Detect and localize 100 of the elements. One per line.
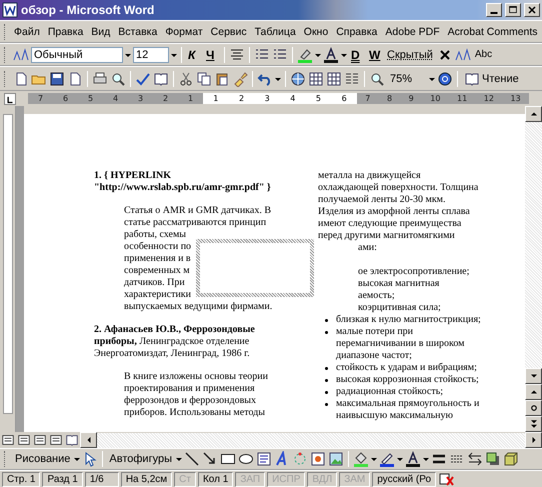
- menu-item[interactable]: Правка: [44, 24, 86, 40]
- rectangle-icon[interactable]: [220, 451, 236, 467]
- maximize-button[interactable]: [505, 3, 521, 17]
- bullet-icon: [325, 367, 328, 370]
- reference-entry: 2. Афанасьев Ю.В., Феррозондовые приборы, Ленинградское отделение Энергоатомиздат, Ленинград, 1986 г.: [94, 324, 256, 360]
- reference-heading: 1. { HYPERLINK "http://www.rslab.spb.ru/amr-gmr.pdf" }: [94, 170, 272, 194]
- ruler-number: 10: [430, 93, 440, 104]
- reading-button[interactable]: Чтение: [462, 70, 521, 88]
- paste-icon[interactable]: [214, 70, 230, 86]
- highlight-icon[interactable]: [297, 46, 313, 62]
- reading-view-icon[interactable]: [65, 433, 79, 447]
- ruler-number: 2: [162, 93, 168, 104]
- cut-icon[interactable]: [178, 70, 194, 86]
- format-painter-icon[interactable]: [232, 70, 248, 86]
- fill-color-icon[interactable]: [353, 451, 369, 467]
- list-item: высокая коррозионная стойкость;: [335, 374, 479, 386]
- close-button[interactable]: [524, 3, 540, 17]
- vertical-scrollbar[interactable]: [525, 106, 542, 432]
- 3d-icon[interactable]: [503, 451, 519, 467]
- hidden-button[interactable]: Скрытый: [385, 46, 435, 64]
- status-field: Разд 1: [42, 472, 83, 486]
- ruler-number: 5: [316, 93, 321, 104]
- scroll-right-button[interactable]: [525, 432, 542, 448]
- print-preview-icon[interactable]: [110, 70, 126, 86]
- scroll-up-button[interactable]: [525, 106, 542, 122]
- help-icon[interactable]: [437, 70, 453, 86]
- menu-item[interactable]: Формат: [162, 24, 206, 40]
- ruler-number: 1: [213, 93, 218, 104]
- arrow-style-icon[interactable]: [467, 451, 483, 467]
- ruler-number: 7: [38, 93, 44, 104]
- status-field: На 5,2см: [120, 472, 172, 486]
- scroll-left-button[interactable]: [80, 432, 97, 448]
- minimize-button[interactable]: [486, 3, 502, 17]
- ruler-number: 7: [365, 93, 370, 104]
- line-icon[interactable]: [184, 451, 200, 467]
- window-title: обзор - Microsoft Word: [21, 3, 156, 17]
- font-color-icon[interactable]: [323, 46, 339, 62]
- picture-icon[interactable]: [328, 451, 344, 467]
- menu-item[interactable]: Acrobat Comments: [444, 24, 541, 40]
- ruler-number: 6: [62, 93, 68, 104]
- word-underline-button[interactable]: W: [367, 46, 383, 64]
- bullet-icon: [325, 319, 328, 322]
- menu-item[interactable]: Таблица: [252, 24, 299, 40]
- arrow-icon[interactable]: [202, 451, 218, 467]
- copy-icon[interactable]: [196, 70, 212, 86]
- menu-item[interactable]: Справка: [333, 24, 380, 40]
- align-center-icon[interactable]: [229, 46, 245, 62]
- line-color-icon[interactable]: [379, 451, 395, 467]
- maximize-icon: [507, 4, 519, 16]
- underline-button[interactable]: Ч: [204, 46, 220, 64]
- ruler-number: 4: [290, 93, 296, 104]
- print-layout-icon[interactable]: [33, 433, 47, 447]
- double-underline-button[interactable]: D: [349, 46, 365, 64]
- spelling-icon[interactable]: [135, 70, 151, 86]
- next-page-button[interactable]: [525, 416, 542, 432]
- ruler-number: 2: [238, 93, 244, 104]
- text-box-icon[interactable]: [256, 451, 272, 467]
- shadow-icon[interactable]: [485, 451, 501, 467]
- ruler-number: 3: [138, 93, 144, 104]
- ruler-number: 6: [342, 93, 347, 104]
- outline-view-icon[interactable]: [49, 433, 63, 447]
- status-field: Стр. 1: [2, 472, 40, 486]
- font-size-dropdown[interactable]: 12: [133, 46, 169, 62]
- horizontal-scrollbar[interactable]: [97, 432, 525, 448]
- print-icon[interactable]: [92, 70, 108, 86]
- web-view-icon[interactable]: [17, 433, 31, 447]
- text-fragment: ое электросопротивление; высокая магнитная аемость; коэрцитивная сила;: [357, 266, 470, 314]
- document-icon: [2, 2, 18, 18]
- tables-borders-icon[interactable]: [308, 70, 324, 86]
- browse-object-button[interactable]: [525, 400, 542, 416]
- menu-item[interactable]: Файл: [11, 24, 43, 40]
- zoom-dropdown[interactable]: 75%: [387, 70, 427, 86]
- previous-page-button[interactable]: [525, 384, 542, 400]
- book-icon: [464, 70, 480, 86]
- style-dropdown[interactable]: Обычный: [31, 46, 123, 62]
- ruler-number: 11: [457, 93, 468, 104]
- status-field: Кол 1: [198, 472, 234, 486]
- menu-item[interactable]: Adobe PDF: [382, 24, 443, 40]
- menu-item[interactable]: Окно: [300, 24, 332, 40]
- menu-item[interactable]: Сервис: [208, 24, 250, 40]
- paragraph: В книге изложены основы теории проектирования и применения феррозондов и феррозондовых приборов. Использованы методы: [123, 371, 268, 419]
- drawing-menu-button[interactable]: Рисование: [13, 450, 72, 468]
- save-icon[interactable]: [49, 70, 65, 86]
- ruler-number: 13: [510, 93, 521, 104]
- list-item: максимальная прямоугольность и наивысшую максимальную: [335, 398, 480, 422]
- list-item: малые потери при перемагничивании в широком диапазоне частот;: [335, 326, 464, 362]
- italic-button[interactable]: К: [186, 46, 202, 64]
- menu-item[interactable]: Вставка: [115, 24, 160, 40]
- scroll-down-button[interactable]: [525, 368, 542, 384]
- oval-icon[interactable]: [238, 451, 254, 467]
- autoshapes-button[interactable]: Автофигуры: [107, 450, 174, 468]
- menu-item[interactable]: Вид: [88, 24, 114, 40]
- font-color-icon[interactable]: [405, 451, 421, 467]
- bullet-icon: [325, 331, 328, 334]
- normal-view-icon[interactable]: [1, 433, 15, 447]
- insert-table-icon[interactable]: [326, 70, 342, 86]
- bullet-icon: [325, 379, 328, 382]
- spelling-button[interactable]: Abc: [472, 46, 494, 64]
- list-item: близкая к нулю магнитострикция;: [335, 314, 481, 326]
- columns-icon[interactable]: [344, 70, 360, 86]
